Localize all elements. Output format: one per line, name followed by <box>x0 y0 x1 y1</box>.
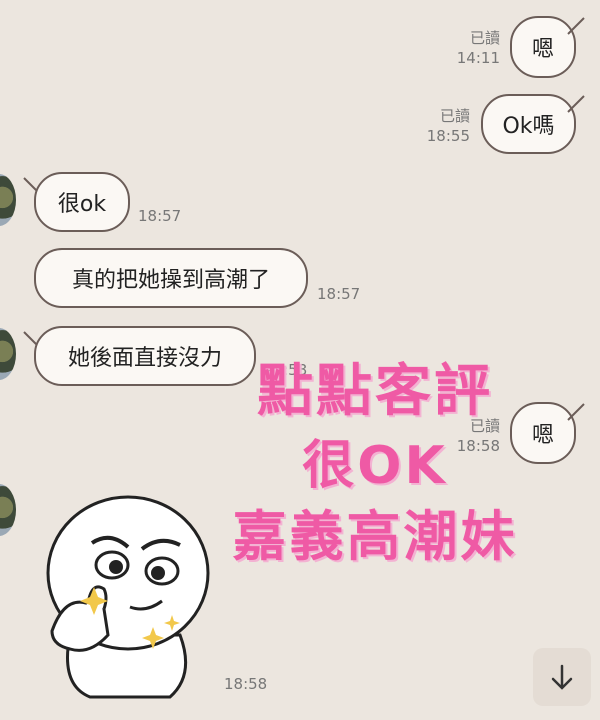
avatar[interactable] <box>0 174 16 226</box>
message-text: 真的把她操到高潮了 <box>71 268 270 293</box>
message-time: 14:11 <box>456 49 500 67</box>
message-bubble[interactable]: 真的把她操到高潮了 <box>34 248 308 308</box>
smug-face-sticker[interactable] <box>30 485 215 700</box>
avatar[interactable] <box>0 328 16 380</box>
message-text: Ok嗎 <box>502 114 555 139</box>
message-meta: 已讀 14:11 <box>457 28 500 68</box>
scroll-to-bottom-button[interactable] <box>533 648 591 706</box>
arrow-down-icon <box>551 664 573 690</box>
bubble-tail <box>567 17 585 35</box>
overlay-line-1: 點點客評 <box>257 359 493 424</box>
message-text: 她後面直接沒力 <box>67 346 222 371</box>
bubble-tail <box>567 403 585 421</box>
message-meta: 已讀 18:55 <box>427 106 470 146</box>
read-receipt: 已讀 <box>469 29 500 47</box>
overlay-line-3: 嘉義高潮妹 <box>232 505 518 568</box>
message-time: 18:55 <box>426 127 470 145</box>
message-text: 嗯 <box>531 37 554 62</box>
message-time: 18:57 <box>138 207 182 225</box>
read-receipt: 已讀 <box>439 107 470 125</box>
bubble-tail <box>567 95 585 113</box>
overlay-line-2: 很OK <box>302 436 448 496</box>
message-bubble[interactable]: 很ok <box>34 172 130 232</box>
message-time: 18:58 <box>224 675 268 693</box>
message-time: 18:57 <box>317 285 361 303</box>
message-text: 很ok <box>57 192 107 217</box>
avatar[interactable] <box>0 484 16 536</box>
message-bubble[interactable]: Ok嗎 <box>481 94 576 154</box>
